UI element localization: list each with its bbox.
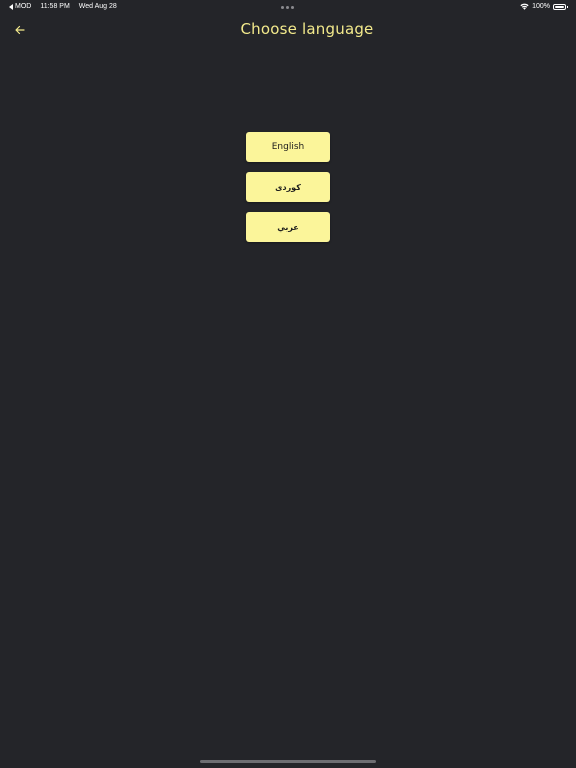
wifi-icon	[520, 3, 529, 10]
status-date: Wed Aug 28	[78, 3, 117, 10]
status-bar: MOD 11:58 PM Wed Aug 28 100%	[0, 0, 576, 14]
battery-icon	[553, 3, 568, 10]
back-to-app[interactable]: MOD	[9, 3, 31, 10]
back-triangle-icon	[9, 3, 13, 10]
language-button-english[interactable]: English	[246, 132, 330, 162]
status-time: 11:58 PM	[40, 3, 70, 10]
language-label: English	[271, 142, 305, 152]
back-app-label: MOD	[15, 3, 32, 10]
multitask-dots-icon[interactable]	[281, 6, 294, 9]
status-left: MOD 11:58 PM Wed Aug 28	[9, 3, 117, 10]
page-title: Choose language	[240, 20, 374, 38]
battery-percent: 100%	[532, 3, 550, 10]
home-indicator[interactable]	[200, 760, 376, 763]
language-label: عربي	[277, 222, 299, 232]
language-list: English کوردی عربي	[246, 132, 330, 252]
status-right: 100%	[520, 3, 568, 10]
language-label: کوردی	[275, 182, 301, 192]
language-button-arabic[interactable]: عربي	[246, 212, 330, 242]
language-button-kurdish[interactable]: کوردی	[246, 172, 330, 202]
